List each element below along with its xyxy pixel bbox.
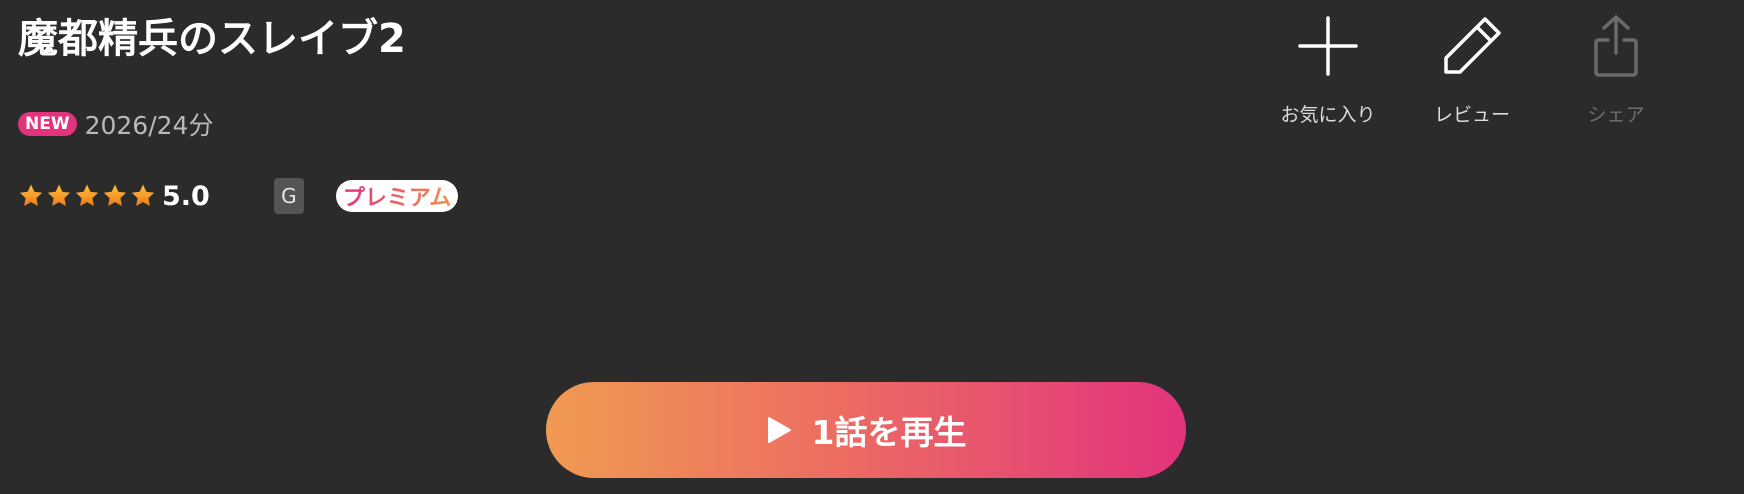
age-rating-badge: G xyxy=(273,178,304,214)
plus-icon xyxy=(1292,10,1364,82)
review-button[interactable]: レビュー xyxy=(1406,10,1538,127)
star-icon xyxy=(19,184,43,206)
favorite-button[interactable]: お気に入り xyxy=(1262,10,1394,127)
rating-row: 5.0 G プレミアム xyxy=(18,176,459,216)
star-icon xyxy=(131,184,155,206)
title-detail-page: 魔都精兵のスレイブ2 NEW 2026/24分 5.0 G プレミアム お気に入… xyxy=(0,0,1744,494)
year-duration: 2026/24分 xyxy=(84,111,214,140)
play-icon xyxy=(767,417,791,443)
play-episode-button[interactable]: 1話を再生 xyxy=(546,382,1186,478)
share-icon xyxy=(1580,10,1652,82)
review-label: レビュー xyxy=(1433,104,1510,126)
action-bar: お気に入り レビュー シェア xyxy=(1262,10,1694,127)
play-button-label: 1話を再生 xyxy=(811,413,967,452)
star-rating xyxy=(18,183,158,209)
star-icon xyxy=(75,184,99,206)
share-label: シェア xyxy=(1587,104,1645,126)
pencil-icon xyxy=(1436,10,1508,82)
star-icon xyxy=(103,184,127,206)
premium-badge: プレミアム xyxy=(335,180,459,212)
premium-label: プレミアム xyxy=(343,180,451,212)
meta-row: NEW 2026/24分 xyxy=(18,108,213,140)
favorite-label: お気に入り xyxy=(1280,104,1376,126)
share-button[interactable]: シェア xyxy=(1550,10,1682,127)
rating-value: 5.0 xyxy=(162,180,210,212)
star-icon xyxy=(47,184,71,206)
new-badge: NEW xyxy=(18,112,77,136)
page-title: 魔都精兵のスレイブ2 xyxy=(18,16,406,62)
